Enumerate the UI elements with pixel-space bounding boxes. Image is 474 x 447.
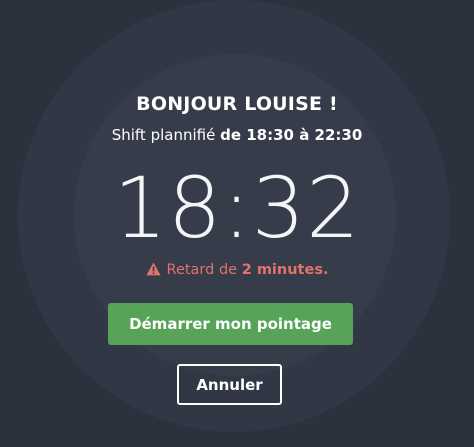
shift-range: de 18:30 à 22:30 [220,126,363,144]
shift-prefix: Shift plannifié [111,126,216,144]
shift-info: Shift plannifié de 18:30 à 22:30 [0,126,474,144]
start-clock-in-button[interactable]: Démarrer mon pointage [108,303,353,345]
cancel-button[interactable]: Annuler [177,364,282,405]
clock-in-dialog: BONJOUR LOUISE ! Shift plannifié de 18:3… [0,0,474,447]
delay-warning: Retard de 2 minutes. [0,262,474,280]
warning-icon [145,262,161,280]
current-time: 18:32 [113,159,361,257]
delay-prefix: Retard de [166,262,238,278]
delay-amount: 2 minutes. [241,262,329,278]
greeting-title: BONJOUR LOUISE ! [136,93,338,115]
